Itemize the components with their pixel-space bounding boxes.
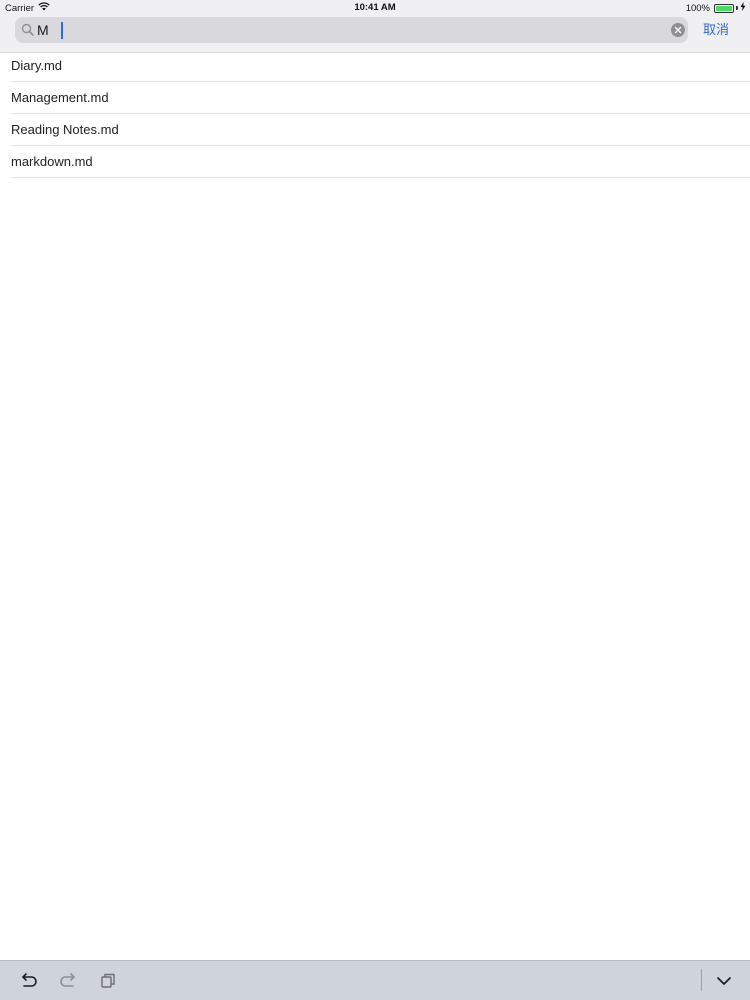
redo-icon[interactable] bbox=[58, 971, 78, 991]
battery-cap bbox=[736, 6, 738, 10]
status-bar: Carrier 10:41 AM 100% bbox=[0, 0, 750, 15]
search-field[interactable] bbox=[15, 17, 688, 43]
toolbar-divider bbox=[701, 969, 702, 991]
list-item[interactable]: Diary.md bbox=[11, 50, 750, 82]
clear-icon bbox=[674, 26, 682, 34]
search-icon bbox=[21, 23, 35, 37]
list-item[interactable]: Reading Notes.md bbox=[11, 114, 750, 146]
undo-icon[interactable] bbox=[19, 971, 39, 991]
cancel-button[interactable]: 取消 bbox=[703, 19, 729, 38]
file-name: Management.md bbox=[11, 90, 109, 105]
search-input[interactable] bbox=[37, 17, 657, 43]
battery-percent: 100% bbox=[685, 2, 710, 14]
keyboard-shortcut-bar bbox=[0, 960, 750, 1000]
status-right: 100% bbox=[686, 2, 746, 14]
paste-icon[interactable] bbox=[98, 971, 118, 991]
file-name: markdown.md bbox=[11, 154, 93, 169]
battery-icon bbox=[714, 3, 734, 13]
list-item[interactable]: markdown.md bbox=[11, 146, 750, 178]
file-name: Reading Notes.md bbox=[11, 122, 119, 137]
file-name: Diary.md bbox=[11, 58, 63, 73]
search-results-list: Diary.md Management.md Reading Notes.md … bbox=[0, 50, 750, 178]
clear-search-button[interactable] bbox=[671, 23, 685, 37]
dismiss-keyboard-icon[interactable] bbox=[714, 971, 734, 991]
battery-fill bbox=[716, 5, 732, 11]
charging-icon bbox=[740, 2, 746, 14]
status-time: 10:41 AM bbox=[354, 2, 396, 13]
text-cursor bbox=[61, 22, 63, 39]
search-header: 取消 bbox=[0, 15, 750, 53]
screen: Carrier 10:41 AM 100% M 取消 Diary.md Mana… bbox=[0, 0, 750, 1000]
list-item[interactable]: Management.md bbox=[11, 82, 750, 114]
